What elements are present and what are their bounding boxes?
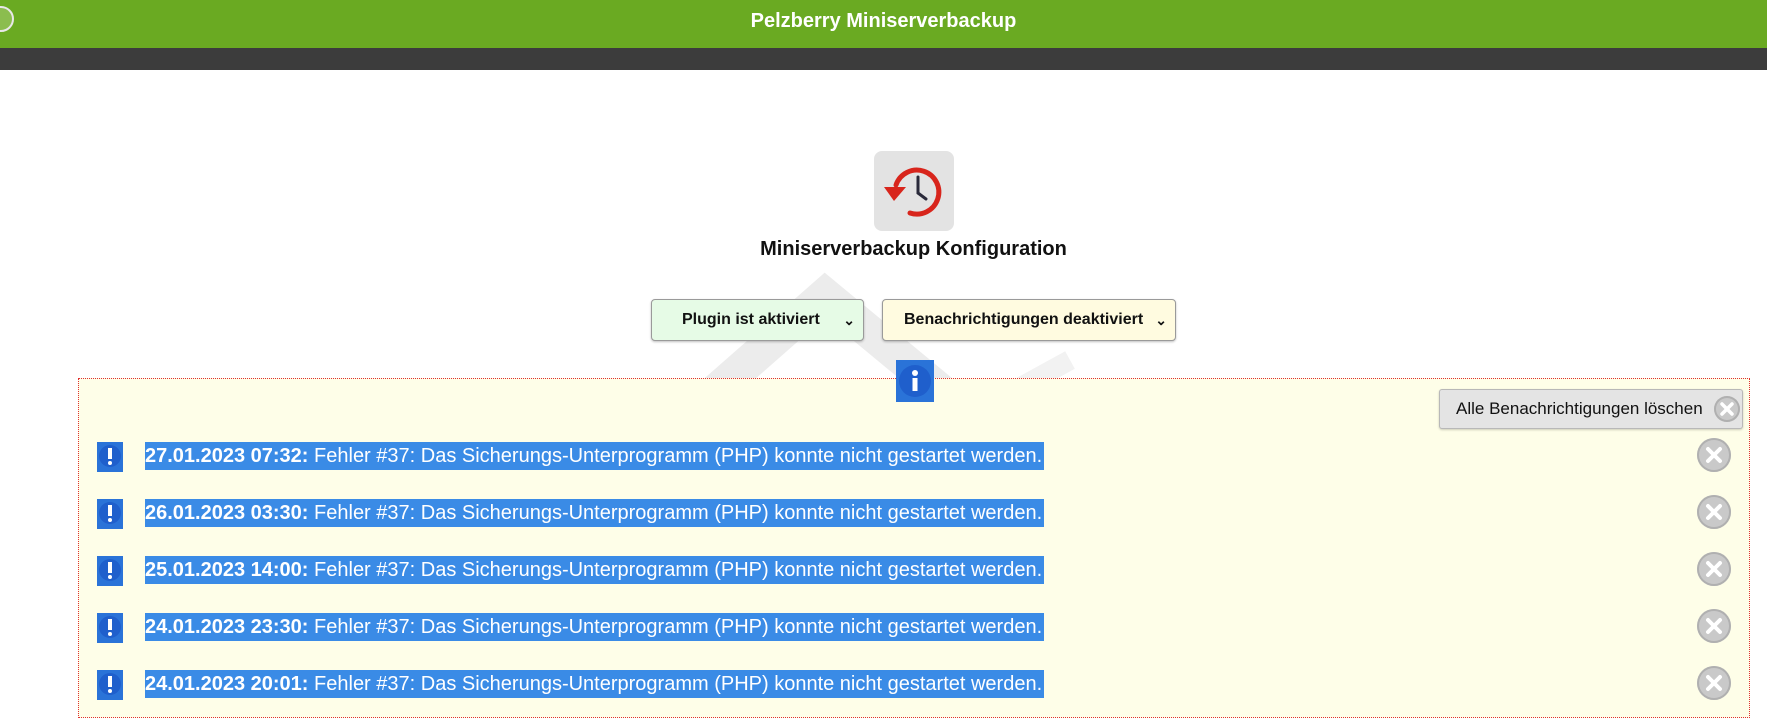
page-title: Miniserverbackup Konfiguration [760, 238, 1067, 260]
notification-text: Fehler #37: Das Sicherungs-Unterprogramm… [314, 616, 1043, 638]
notification-row: 26.01.2023 03:30: Fehler #37: Das Sicher… [0, 495, 1767, 539]
close-circle-icon [1714, 396, 1740, 422]
app-title: Pelzberry Miniserverbackup [750, 10, 1017, 32]
notification-status-value: Benachrichtigungen deaktiviert [904, 311, 1144, 328]
backup-clock-icon [884, 167, 942, 217]
notification-timestamp: 27.01.2023 07:32: [145, 445, 309, 467]
notification-text: Fehler #37: Das Sicherungs-Unterprogramm… [314, 445, 1043, 467]
delete-notification-button[interactable] [1697, 495, 1731, 529]
exclamation-icon [97, 670, 123, 700]
exclamation-icon [97, 499, 123, 529]
notification-message: 24.01.2023 20:01: Fehler #37: Das Sicher… [145, 670, 1045, 698]
info-icon [896, 360, 934, 402]
notification-text: Fehler #37: Das Sicherungs-Unterprogramm… [314, 673, 1043, 695]
exclamation-icon [97, 442, 123, 472]
notification-timestamp: 25.01.2023 14:00: [145, 559, 309, 581]
notification-timestamp: 24.01.2023 20:01: [145, 673, 309, 695]
delete-notification-button[interactable] [1697, 438, 1731, 472]
nav-bar [0, 48, 1767, 70]
notification-text: Fehler #37: Das Sicherungs-Unterprogramm… [314, 559, 1043, 581]
clear-all-label: Alle Benachrichtigungen löschen [1456, 399, 1703, 418]
exclamation-icon [97, 556, 123, 586]
plugin-status-value: Plugin ist aktiviert [682, 311, 820, 328]
plugin-logo [874, 151, 954, 231]
delete-notification-button[interactable] [1697, 666, 1731, 700]
notification-message: 27.01.2023 07:32: Fehler #37: Das Sicher… [145, 442, 1045, 470]
delete-notification-button[interactable] [1697, 552, 1731, 586]
notification-message: 25.01.2023 14:00: Fehler #37: Das Sicher… [145, 556, 1045, 584]
chevron-down-icon: ⌄ [843, 312, 855, 328]
back-button[interactable] [0, 6, 14, 32]
app-header: Pelzberry Miniserverbackup [0, 0, 1767, 48]
notification-status-select[interactable]: Benachrichtigungen deaktiviert ⌄ [882, 299, 1176, 341]
notification-row: 24.01.2023 23:30: Fehler #37: Das Sicher… [0, 609, 1767, 653]
chevron-down-icon: ⌄ [1155, 312, 1167, 328]
clear-all-notifications-button[interactable]: Alle Benachrichtigungen löschen [1439, 389, 1743, 429]
notification-message: 26.01.2023 03:30: Fehler #37: Das Sicher… [145, 499, 1045, 527]
plugin-status-select[interactable]: Plugin ist aktiviert ⌄ [651, 299, 864, 341]
delete-notification-button[interactable] [1697, 609, 1731, 643]
notification-timestamp: 26.01.2023 03:30: [145, 502, 309, 524]
notification-row: 24.01.2023 20:01: Fehler #37: Das Sicher… [0, 666, 1767, 710]
exclamation-icon [97, 613, 123, 643]
notification-text: Fehler #37: Das Sicherungs-Unterprogramm… [314, 502, 1043, 524]
notification-row: 25.01.2023 14:00: Fehler #37: Das Sicher… [0, 552, 1767, 596]
notification-message: 24.01.2023 23:30: Fehler #37: Das Sicher… [145, 613, 1045, 641]
notification-timestamp: 24.01.2023 23:30: [145, 616, 309, 638]
notification-row: 27.01.2023 07:32: Fehler #37: Das Sicher… [0, 438, 1767, 482]
